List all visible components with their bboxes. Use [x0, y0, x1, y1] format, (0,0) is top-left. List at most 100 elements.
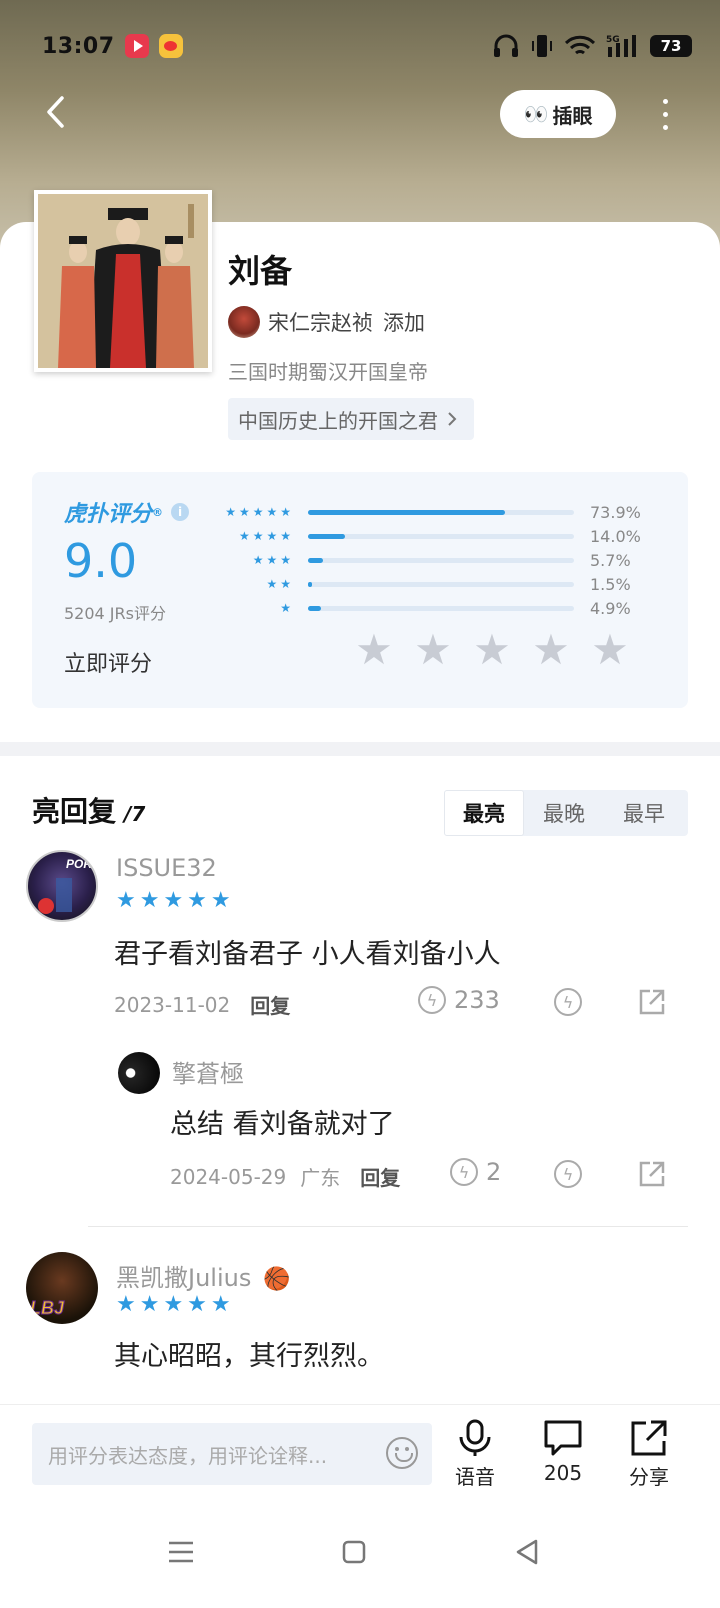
rate-star-3[interactable]: ★ — [472, 629, 512, 671]
comment-bubble-icon — [544, 1420, 582, 1456]
adder-avatar[interactable] — [228, 306, 260, 338]
share-button[interactable]: 分享 — [614, 1419, 684, 1490]
reply-button[interactable]: 回复 — [360, 1162, 400, 1191]
light-count: 233 — [454, 986, 500, 1014]
distribution-stars: ★★★★ — [238, 529, 294, 543]
rating-score: 9.0 — [64, 534, 138, 588]
avatar[interactable]: POR — [26, 850, 98, 922]
voice-button[interactable]: 语音 — [440, 1419, 510, 1490]
avatar[interactable] — [118, 1052, 160, 1094]
chevron-right-icon — [448, 412, 457, 426]
system-nav-bar — [0, 1500, 720, 1608]
collection-tag-label: 中国历史上的开国之君 — [238, 408, 438, 433]
comments-button[interactable]: 205 — [528, 1419, 598, 1485]
rate-star-4[interactable]: ★ — [531, 629, 571, 671]
tab-earliest[interactable]: 最早 — [604, 790, 684, 836]
menu-icon — [169, 1541, 193, 1563]
comment-text: 其心昭昭，其行烈烈。 — [114, 1341, 384, 1372]
added-by[interactable]: 宋仁宗赵祯 添加 — [228, 304, 425, 340]
lightning-icon: ϟ — [450, 1158, 478, 1186]
vibrate-icon — [532, 35, 552, 57]
distribution-bar-fill — [308, 581, 312, 587]
distribution-bar-fill — [308, 605, 322, 611]
svg-text:POR: POR — [66, 857, 92, 871]
distribution-bar — [308, 581, 574, 587]
tab-latest[interactable]: 最晚 — [524, 790, 604, 836]
lightning-slash-icon: ϟ — [554, 1160, 582, 1188]
user-rating-stars: ★★★★★ — [116, 1292, 235, 1317]
adder-name[interactable]: 宋仁宗赵祯 — [268, 307, 373, 337]
back-nav-button[interactable] — [514, 1538, 540, 1570]
video-app-icon — [124, 34, 149, 58]
rating-brand-label: 虎扑评分 — [64, 502, 153, 527]
comment-username[interactable]: 黑凯撒Julius 🏀 — [116, 1258, 290, 1293]
distribution-bar — [308, 557, 574, 563]
rate-star-2[interactable]: ★ — [413, 629, 453, 671]
rate-now-label: 立即评分 — [64, 652, 153, 677]
back-triangle-icon — [516, 1539, 538, 1565]
reply-location: 广东 — [300, 1166, 341, 1190]
menu-nav-button[interactable] — [168, 1540, 194, 1568]
voice-label: 语音 — [455, 1465, 495, 1489]
more-options-button[interactable] — [650, 92, 680, 136]
bottom-action-bar: 用评分表达态度，用评论诠释... 语音 205 分享 — [0, 1404, 720, 1500]
emoji-icon[interactable] — [386, 1437, 418, 1469]
user-badge-icon: 🏀 — [262, 1267, 291, 1292]
distribution-bar-fill — [308, 557, 324, 563]
reply-button[interactable]: 回复 — [250, 990, 290, 1019]
battery-indicator: 73 — [650, 35, 692, 57]
distribution-bar-fill — [308, 509, 505, 515]
share-comment-button[interactable] — [636, 1158, 668, 1190]
collection-tag[interactable]: 中国历史上的开国之君 — [228, 398, 474, 440]
light-button[interactable]: ϟ 233 — [418, 986, 500, 1014]
eyes-icon: 👀 — [523, 102, 549, 126]
share-comment-button[interactable] — [636, 986, 668, 1018]
light-count: 2 — [486, 1158, 502, 1186]
avatar[interactable]: LBJ — [26, 1252, 98, 1324]
comment-input[interactable]: 用评分表达态度，用评论诠释... — [32, 1423, 432, 1485]
highlights-title: 亮回复 — [32, 795, 117, 828]
dot-icon — [662, 111, 668, 117]
distribution-row: ★★ 1.5% — [218, 572, 658, 596]
lightning-slash-icon: ϟ — [554, 988, 582, 1016]
share-icon — [631, 1420, 667, 1456]
rate-stars: ★ ★ ★ ★ ★ — [354, 629, 630, 671]
dot-icon — [662, 98, 668, 104]
wifi-icon — [564, 35, 596, 55]
comment-username[interactable]: ISSUE32 — [116, 854, 217, 882]
system-icons: 5G 73 — [492, 33, 692, 59]
chayan-label: 插眼 — [552, 103, 593, 128]
dislike-button[interactable]: ϟ — [552, 986, 584, 1018]
svg-text:LBJ: LBJ — [30, 1298, 65, 1318]
dislike-button[interactable]: ϟ — [552, 1158, 584, 1190]
page-title: 刘备 — [228, 252, 293, 290]
sort-tabs: 最亮 最晚 最早 — [444, 790, 688, 836]
poster-image[interactable] — [34, 190, 212, 372]
distribution-bar-fill — [308, 533, 346, 539]
back-button[interactable] — [36, 92, 76, 132]
rate-star-5[interactable]: ★ — [590, 629, 630, 671]
reply-username[interactable]: 擎蒼極 — [172, 1054, 244, 1089]
info-icon[interactable]: i — [171, 503, 190, 521]
tab-brightest[interactable]: 最亮 — [444, 790, 524, 836]
highlights-header: 亮回复/7 — [32, 790, 145, 830]
distribution-row: ★★★★ 14.0% — [218, 524, 658, 548]
home-square-icon — [342, 1540, 366, 1564]
dot-icon — [662, 124, 668, 130]
rating-distribution: ★★★★★ 73.9% ★★★★ 14.0% ★★★ 5.7% ★★ 1.5% ★ 4.9% — [218, 500, 658, 620]
signal-icon: 5G — [606, 35, 636, 57]
status-bar: 13:07 5G 73 — [42, 28, 692, 64]
headphones-icon — [494, 34, 518, 57]
registered-mark: ® — [152, 505, 164, 519]
comment-count: 205 — [543, 1461, 583, 1485]
distribution-bar — [308, 509, 574, 515]
chevron-left-icon — [47, 96, 64, 128]
distribution-percent: 5.7% — [590, 550, 631, 570]
chayan-button[interactable]: 👀 插眼 — [500, 90, 616, 138]
reply-text: 总结 看刘备就对了 — [170, 1109, 395, 1140]
rate-star-1[interactable]: ★ — [354, 629, 394, 671]
top-nav: 👀 插眼 — [0, 88, 720, 138]
comment-input-placeholder: 用评分表达态度，用评论诠释... — [48, 1443, 328, 1468]
light-button[interactable]: ϟ 2 — [450, 1158, 501, 1186]
home-nav-button[interactable] — [342, 1540, 366, 1568]
